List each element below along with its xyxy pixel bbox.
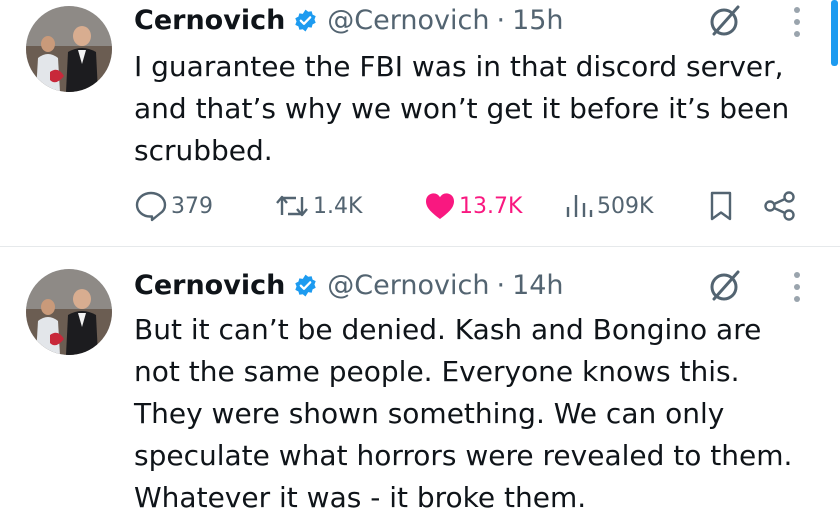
separator-dot: · bbox=[496, 269, 506, 301]
grok-icon[interactable] bbox=[706, 267, 744, 305]
user-handle[interactable]: @Cernovich bbox=[327, 5, 489, 36]
bookmark-icon bbox=[710, 191, 732, 221]
tweet-text: I guarantee the FBI was in that discord … bbox=[134, 50, 790, 167]
verified-badge-icon bbox=[293, 8, 318, 33]
avatar[interactable] bbox=[26, 269, 112, 355]
reply-button[interactable]: 379 bbox=[134, 186, 213, 226]
tweet[interactable]: Cernovich @Cernovich · 14h But it can’t … bbox=[0, 247, 840, 522]
user-handle[interactable]: @Cernovich bbox=[327, 270, 489, 301]
display-name[interactable]: Cernovich bbox=[134, 5, 285, 36]
views-button[interactable]: 509K bbox=[564, 186, 653, 226]
like-count: 13.7K bbox=[459, 193, 523, 219]
separator-dot: · bbox=[496, 4, 506, 36]
repost-count: 1.4K bbox=[313, 193, 363, 219]
timestamp[interactable]: 15h bbox=[512, 5, 563, 36]
avatar[interactable] bbox=[26, 6, 112, 92]
share-icon bbox=[764, 191, 795, 221]
tweet-header: Cernovich @Cernovich · 14h bbox=[134, 265, 564, 305]
reply-count: 379 bbox=[171, 193, 213, 219]
tweet-text: But it can’t be denied. Kash and Bongino… bbox=[134, 313, 793, 514]
views-icon bbox=[566, 195, 593, 217]
tweet-header: Cernovich @Cernovich · 15h bbox=[134, 0, 564, 40]
repost-button[interactable]: 1.4K bbox=[274, 186, 362, 226]
share-button[interactable] bbox=[762, 186, 798, 226]
more-vertical-icon[interactable] bbox=[787, 270, 807, 304]
bookmark-button[interactable] bbox=[706, 186, 736, 226]
display-name[interactable]: Cernovich bbox=[134, 270, 285, 301]
heart-icon bbox=[426, 193, 454, 219]
repost-icon bbox=[276, 195, 308, 217]
tweet[interactable]: Cernovich @Cernovich · 15h I guarantee t… bbox=[0, 0, 840, 246]
grok-icon[interactable] bbox=[706, 2, 744, 40]
reply-icon bbox=[135, 191, 167, 222]
timestamp[interactable]: 14h bbox=[512, 270, 563, 301]
views-count: 509K bbox=[597, 193, 654, 219]
like-button[interactable]: 13.7K bbox=[424, 186, 522, 226]
more-vertical-icon[interactable] bbox=[787, 5, 807, 39]
verified-badge-icon bbox=[293, 273, 318, 298]
